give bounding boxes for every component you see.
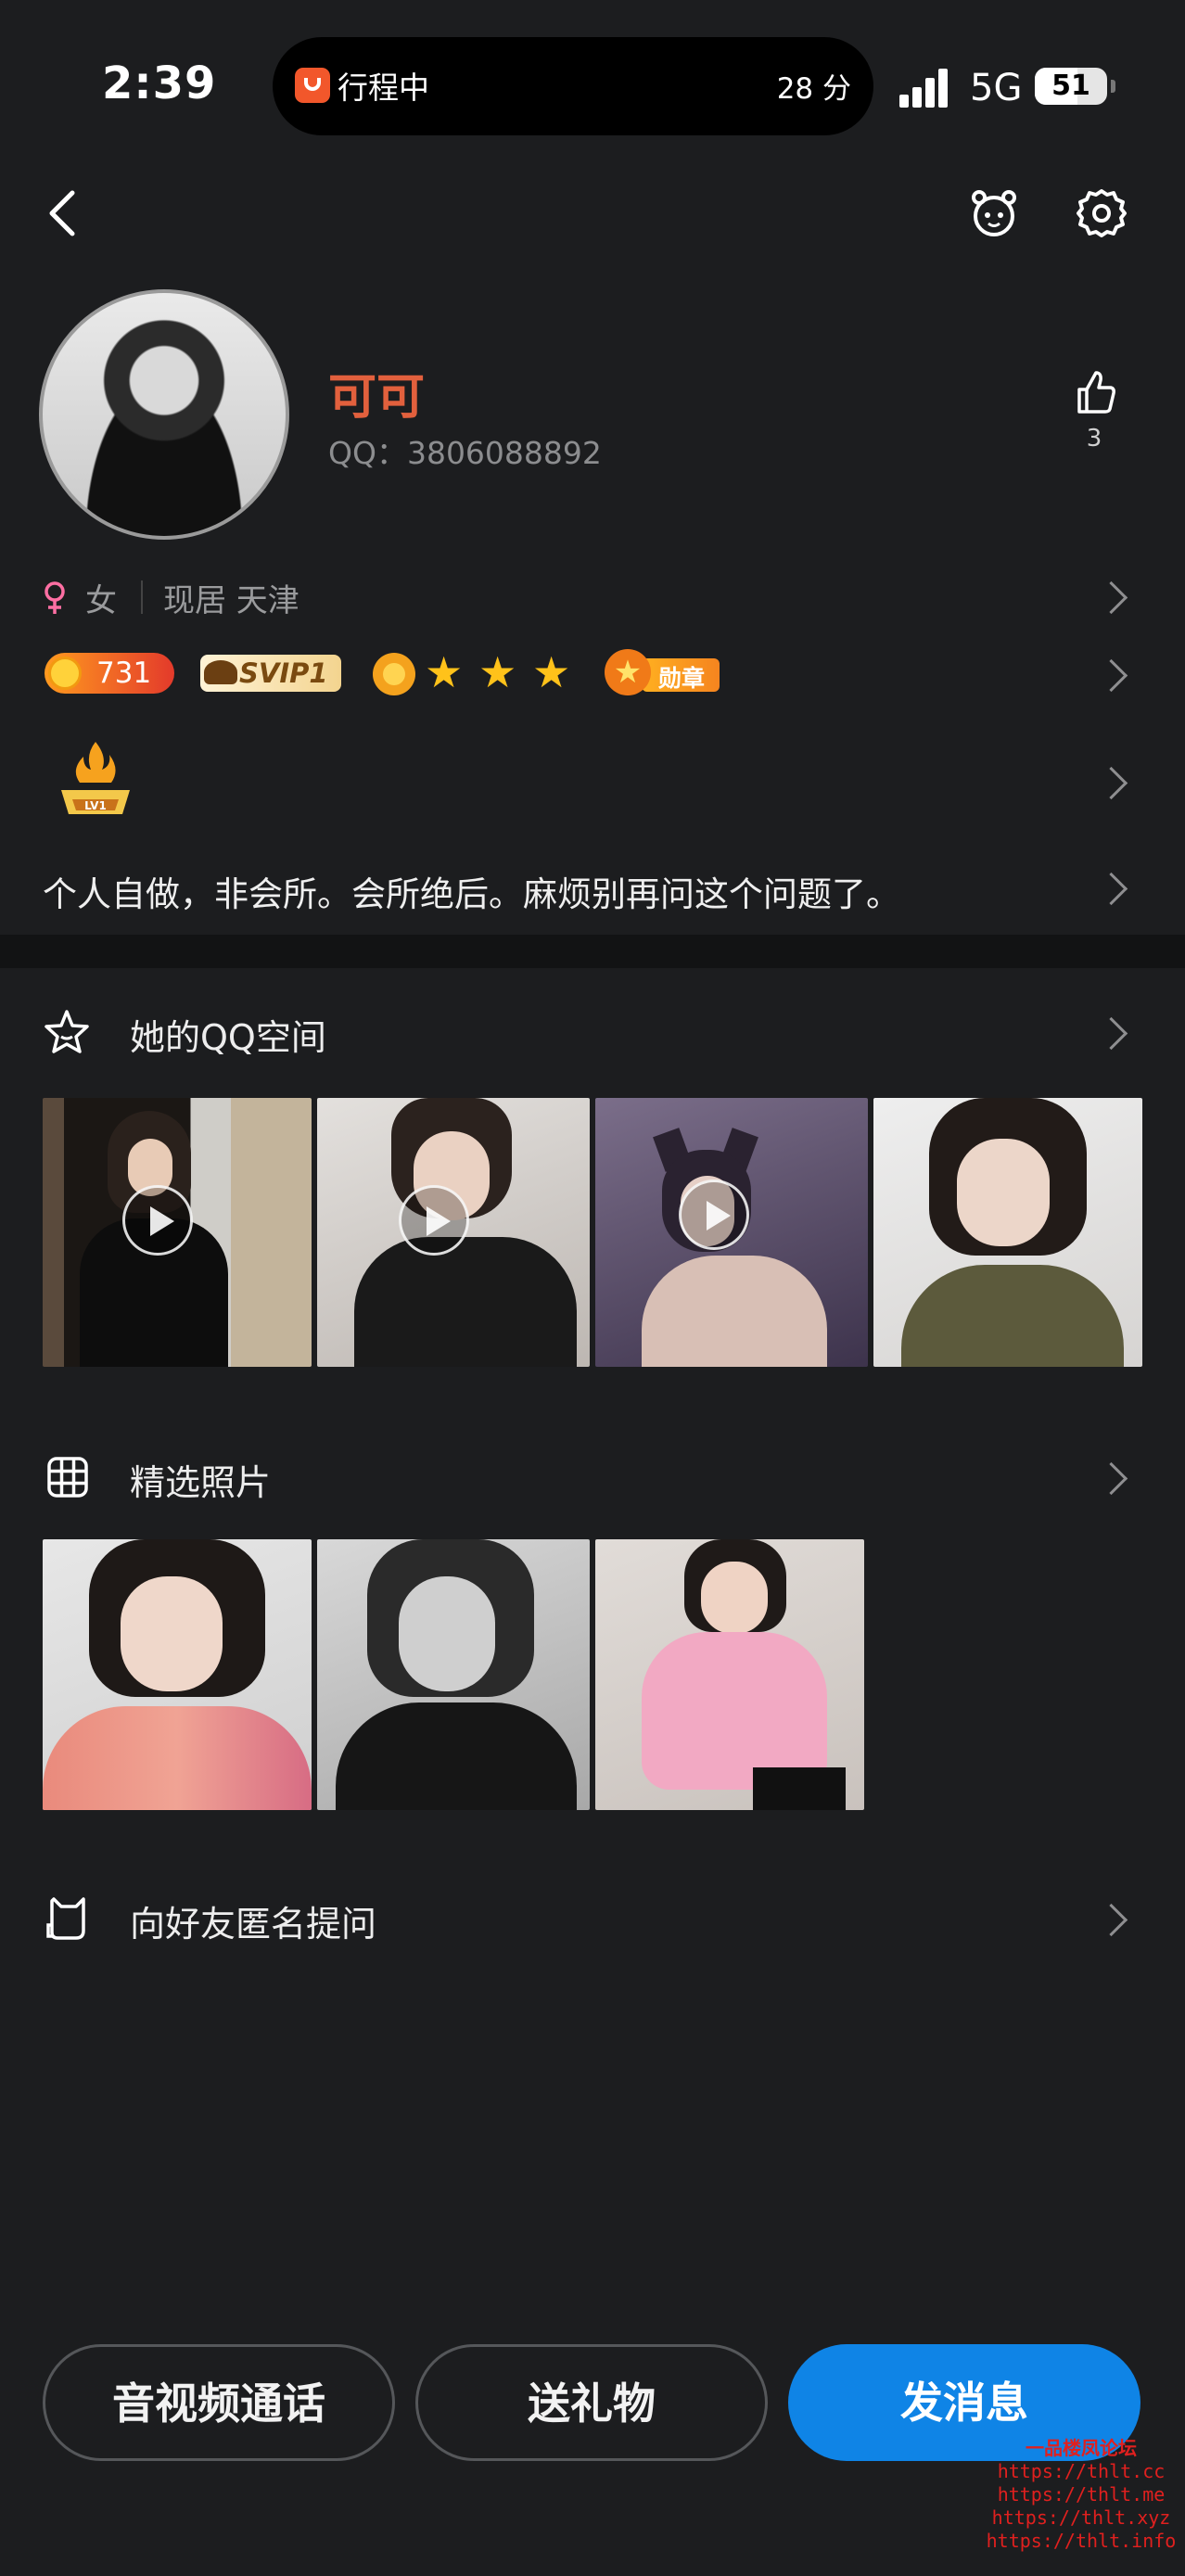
anon-question-title: 向好友匿名提问 — [130, 1904, 377, 1945]
featured-photo[interactable] — [595, 1539, 864, 1810]
av-call-button[interactable]: 音视频通话 — [43, 2344, 395, 2461]
star-icon: ★ — [425, 647, 464, 697]
featured-photo[interactable] — [43, 1539, 312, 1810]
qzone-video-thumb[interactable] — [317, 1098, 590, 1367]
chevron-right-icon — [1094, 1461, 1128, 1496]
avatar[interactable] — [39, 289, 289, 540]
gear-icon[interactable] — [1074, 185, 1129, 241]
chevron-right-icon — [1094, 1016, 1128, 1051]
sun-level-icon — [373, 653, 415, 695]
trip-minutes: 28 分 — [776, 72, 851, 106]
svip-label: SVIP1 — [239, 657, 328, 689]
qzone-video-thumb[interactable] — [43, 1098, 312, 1367]
status-time: 2:39 — [102, 57, 217, 109]
photos-header[interactable]: 精选照片 — [43, 1450, 1137, 1506]
anon-question-row[interactable]: 向好友匿名提问 — [43, 1892, 1137, 1947]
gender-text: 女 — [85, 582, 117, 619]
chevron-right-icon[interactable] — [1094, 766, 1128, 800]
battery-level: 51 — [1051, 70, 1090, 102]
chevron-right-icon — [1094, 580, 1128, 615]
level-score: 731 — [96, 657, 152, 690]
watermark-line: https://thlt.xyz — [991, 2506, 1171, 2529]
section-separator — [0, 935, 1185, 968]
qzone-video-thumb[interactable] — [595, 1098, 868, 1367]
play-icon — [399, 1185, 469, 1256]
chevron-right-icon[interactable] — [1094, 658, 1128, 693]
star-outline-icon — [45, 1010, 89, 1053]
battery-tip — [1111, 80, 1115, 93]
watermark-line: 一品楼凤论坛 — [1026, 2437, 1137, 2459]
medal-badge[interactable]: 勋章 ★ — [605, 649, 720, 695]
play-icon — [122, 1185, 193, 1256]
back-icon[interactable] — [45, 185, 82, 241]
like-count: 3 — [1086, 425, 1102, 453]
trip-app-icon — [295, 68, 330, 103]
qq-number: QQ：3806088892 — [328, 435, 602, 471]
send-gift-button[interactable]: 送礼物 — [415, 2344, 768, 2461]
divider — [141, 580, 143, 614]
lv-flame-icon[interactable]: LV1 — [56, 738, 135, 823]
photos-title: 精选照片 — [130, 1462, 272, 1503]
info-row[interactable]: 女 现居 天津 — [43, 575, 1137, 621]
star-icon: ★ — [532, 647, 571, 697]
thumbs-up-icon[interactable] — [1074, 369, 1116, 415]
pet-icon[interactable] — [966, 185, 1022, 241]
chevron-right-icon[interactable] — [1094, 872, 1128, 906]
star-icon: ★ — [478, 647, 517, 697]
location-text: 现居 天津 — [163, 582, 299, 619]
medal-label: 勋章 — [658, 665, 706, 692]
svg-text:LV1: LV1 — [84, 799, 107, 812]
qzone-title: 她的QQ空间 — [130, 1017, 326, 1058]
coin-icon — [48, 657, 82, 690]
network-type: 5G — [970, 67, 1023, 109]
level-badge[interactable]: 731 — [45, 653, 174, 694]
battery-icon: 51 — [1035, 68, 1107, 105]
watermark-line: https://thlt.cc — [997, 2460, 1166, 2482]
medal-star-icon: ★ — [605, 649, 651, 695]
bio-text: 个人自做，非会所。会所绝后。麻烦别再问这个问题了。 — [43, 874, 900, 914]
grid-icon — [47, 1457, 88, 1498]
qzone-photo-thumb[interactable] — [873, 1098, 1142, 1367]
female-icon — [45, 581, 65, 614]
chevron-right-icon — [1094, 1903, 1128, 1937]
trip-status-label: 行程中 — [338, 70, 429, 106]
svip-hat-icon — [204, 660, 237, 684]
qzone-header[interactable]: 她的QQ空间 — [43, 1005, 1137, 1061]
watermark-line: https://thlt.info — [986, 2530, 1177, 2552]
featured-photo[interactable] — [317, 1539, 590, 1810]
profile-name: 可可 — [328, 370, 426, 426]
watermark: 一品楼凤论坛 https://thlt.cc https://thlt.me h… — [979, 2437, 1183, 2553]
signal-icon — [899, 67, 955, 108]
watermark-line: https://thlt.me — [997, 2483, 1166, 2506]
dynamic-island[interactable]: 行程中 28 分 — [273, 37, 873, 135]
cat-icon — [46, 1897, 85, 1940]
svip-badge[interactable]: SVIP1 — [200, 655, 341, 692]
play-icon — [679, 1180, 749, 1250]
